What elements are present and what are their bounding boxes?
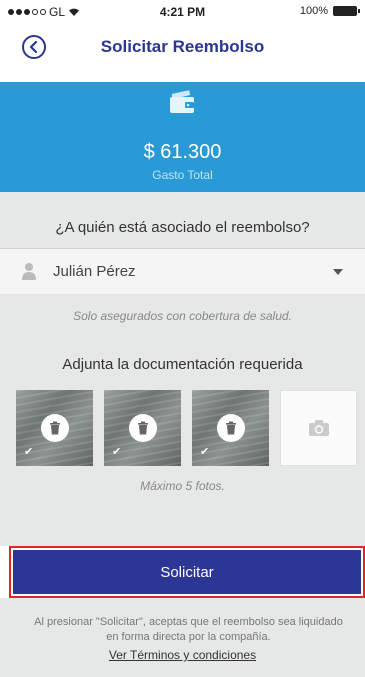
battery-icon	[333, 6, 360, 16]
expense-summary: $ 61.300 Gasto Total	[0, 82, 365, 192]
total-amount-label: Gasto Total	[152, 168, 213, 182]
status-bar: GL 4:21 PM 100%	[0, 0, 365, 24]
battery-status: 100%	[299, 5, 360, 17]
coverage-note: Solo asegurados con cobertura de salud.	[73, 309, 292, 323]
submit-highlight: Solicitar	[9, 546, 365, 598]
page-title: Solicitar Reembolso	[100, 37, 265, 56]
wallet-icon	[170, 90, 194, 113]
photo-thumbnail[interactable]: ✔	[192, 390, 269, 466]
reimbursement-form: ¿A quién está asociado el reembolso? Jul…	[0, 192, 365, 546]
add-photo-button[interactable]	[280, 390, 357, 466]
check-icon: ✔	[112, 446, 122, 458]
terms-link[interactable]: Ver Términos y condiciones	[0, 648, 365, 662]
person-select[interactable]: Julián Pérez	[0, 248, 365, 294]
nav-bar: Solicitar Reembolso	[0, 24, 365, 70]
associated-person-question: ¿A quién está asociado el reembolso?	[55, 219, 310, 236]
photo-thumbnail[interactable]: ✔	[16, 390, 93, 466]
photo-thumbnail[interactable]: ✔	[104, 390, 181, 466]
trash-icon	[226, 421, 236, 435]
trash-icon	[138, 421, 148, 435]
battery-percent: 100%	[299, 5, 328, 17]
total-amount: $ 61.300	[143, 141, 222, 163]
selected-person: Julián Pérez	[53, 263, 136, 280]
check-icon: ✔	[200, 446, 210, 458]
person-icon	[22, 263, 36, 280]
consent-text: Al presionar "Solicitar", aceptas que el…	[34, 616, 343, 643]
submit-button[interactable]: Solicitar	[13, 550, 361, 594]
trash-icon	[50, 421, 60, 435]
delete-photo-button[interactable]	[129, 414, 157, 442]
attach-documents-title: Adjunta la documentación requerida	[62, 356, 303, 373]
photo-list: ✔ ✔ ✔	[16, 390, 357, 466]
chevron-down-icon	[333, 269, 343, 275]
max-photos-note: Máximo 5 fotos.	[140, 479, 225, 493]
delete-photo-button[interactable]	[217, 414, 245, 442]
check-icon: ✔	[24, 446, 34, 458]
footer: Al presionar "Solicitar", aceptas que el…	[0, 598, 365, 677]
camera-icon	[308, 420, 329, 436]
delete-photo-button[interactable]	[41, 414, 69, 442]
